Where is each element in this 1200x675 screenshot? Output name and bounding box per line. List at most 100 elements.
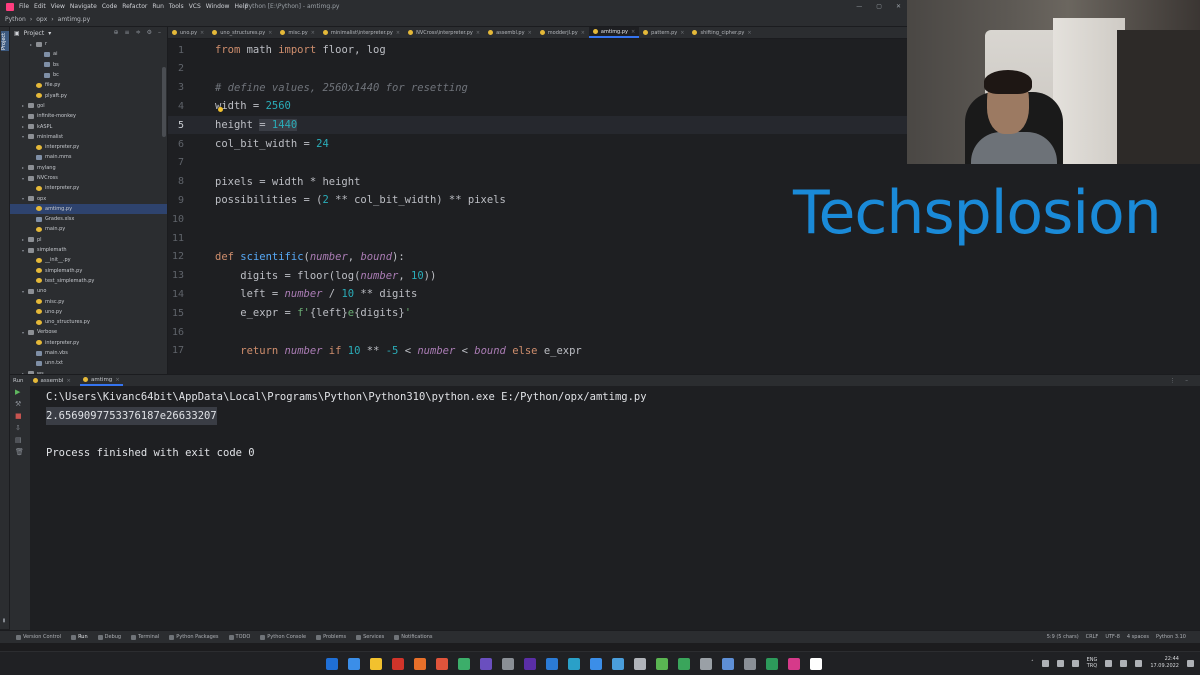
tree-item[interactable]: __init__.py	[10, 255, 167, 265]
add-icon[interactable]: ⊕	[114, 29, 119, 36]
menu-tools[interactable]: Tools	[169, 3, 184, 10]
close-icon[interactable]: ×	[396, 30, 400, 36]
taskbar-app-icon[interactable]	[788, 658, 800, 670]
tree-item[interactable]: ▾ Verbose	[10, 327, 167, 337]
taskbar-app-icon[interactable]	[414, 658, 426, 670]
menu-code[interactable]: Code	[102, 3, 117, 10]
taskbar-app-icon[interactable]	[436, 658, 448, 670]
status-item[interactable]: 4 spaces	[1127, 634, 1149, 640]
tree-item[interactable]: misc.py	[10, 296, 167, 306]
print-icon[interactable]: ▤	[15, 436, 22, 444]
close-icon[interactable]: ×	[747, 30, 751, 36]
menu-edit[interactable]: Edit	[34, 3, 46, 10]
tool-window-button[interactable]: Notifications	[394, 634, 433, 640]
close-icon[interactable]: ×	[528, 30, 532, 36]
tree-item[interactable]: ▾ opx	[10, 193, 167, 203]
taskbar-app-icon[interactable]	[590, 658, 602, 670]
tool-window-button[interactable]: Run	[71, 634, 88, 640]
menu-file[interactable]: File	[19, 3, 29, 10]
run-console-output[interactable]: C:\Users\Kivanc64bit\AppData\Local\Progr…	[30, 386, 1200, 630]
code-line[interactable]: e_expr = f' {left} e {digits} '	[215, 304, 411, 322]
code-line[interactable]: digits = floor(log(number, 10))	[215, 267, 436, 285]
close-icon[interactable]: ×	[115, 377, 120, 383]
tree-item[interactable]: ▾ simplemath	[10, 245, 167, 255]
tool-window-button[interactable]: Python Console	[260, 634, 306, 640]
code-line[interactable]: width = 2560	[215, 97, 291, 115]
close-icon[interactable]: ×	[311, 30, 315, 36]
editor-tab[interactable]: shifting_cipher.py ×	[688, 27, 755, 38]
menu-run[interactable]: Run	[152, 3, 164, 10]
taskbar-app-icon[interactable]	[744, 658, 756, 670]
rerun-icon[interactable]: ▶	[15, 388, 20, 396]
collapse-icon[interactable]: ≡	[125, 29, 130, 36]
tree-item[interactable]: amtimg.py	[10, 203, 167, 215]
taskbar-app-icon[interactable]	[502, 658, 514, 670]
maximize-button[interactable]: ▢	[876, 3, 882, 10]
status-item[interactable]: UTF-8	[1105, 634, 1120, 640]
code-line[interactable]: from math import floor, log	[215, 41, 386, 59]
menu-vcs[interactable]: VCS	[189, 3, 201, 10]
stop-icon[interactable]: ■	[15, 412, 22, 420]
tree-item[interactable]: interpreter.py	[10, 183, 167, 193]
console-line[interactable]: 2.6569097753376187e26633207	[46, 406, 217, 425]
delete-icon[interactable]: 🗑	[15, 448, 24, 456]
tree-item[interactable]: ▸ gol	[10, 101, 167, 111]
close-button[interactable]: ✕	[896, 3, 901, 10]
tray-app-icon[interactable]	[1041, 659, 1049, 667]
tree-item[interactable]: simplemath.py	[10, 266, 167, 276]
breadcrumb-item[interactable]: Python	[5, 16, 26, 23]
tree-item[interactable]: bs	[10, 60, 167, 70]
code-line[interactable]: def scientific(number, bound):	[215, 248, 405, 266]
gear-icon[interactable]: ⚙	[147, 29, 152, 36]
close-icon[interactable]: ×	[680, 30, 684, 36]
bookmarks-tool-button[interactable]: ▮	[1, 617, 7, 623]
editor-tab[interactable]: pattern.py ×	[639, 27, 688, 38]
tree-item[interactable]: ▸ kASPL	[10, 121, 167, 131]
notification-icon[interactable]	[1187, 659, 1194, 667]
minimize-panel-icon[interactable]: –	[158, 29, 161, 36]
taskbar-app-icon[interactable]	[700, 658, 712, 670]
editor-tab[interactable]: assembl.py ×	[484, 27, 536, 38]
code-line[interactable]: possibilities = (2 ** col_bit_width) ** …	[215, 191, 506, 209]
breadcrumb-item[interactable]: amtimg.py	[58, 16, 90, 23]
minimize-panel-icon[interactable]: –	[1185, 378, 1188, 384]
tree-item[interactable]: main.py	[10, 224, 167, 234]
chevron-up-icon[interactable]: ˄	[1031, 660, 1034, 666]
tree-item[interactable]: uno.py	[10, 307, 167, 317]
editor-tab[interactable]: amtimg.py ×	[588, 27, 640, 38]
menu-navigate[interactable]: Navigate	[70, 3, 97, 10]
taskbar-app-icon[interactable]	[370, 658, 382, 670]
taskbar-app-icon[interactable]	[612, 658, 624, 670]
console-line[interactable]: Process finished with exit code 0	[46, 444, 255, 462]
tree-item[interactable]: ▸ infinite-monkey	[10, 111, 167, 121]
volume-icon[interactable]	[1120, 659, 1128, 667]
battery-icon[interactable]	[1135, 659, 1143, 667]
console-line[interactable]: C:\Users\Kivanc64bit\AppData\Local\Progr…	[46, 388, 647, 406]
tree-item[interactable]: bc	[10, 70, 167, 80]
close-icon[interactable]: ×	[476, 30, 480, 36]
tool-window-button[interactable]: Python Packages	[169, 634, 219, 640]
taskbar-app-icon[interactable]	[678, 658, 690, 670]
tree-item[interactable]: interpreter.py	[10, 338, 167, 348]
tree-item[interactable]: ▾ minimalist	[10, 132, 167, 142]
taskbar-app-icon[interactable]	[480, 658, 492, 670]
bulb-icon[interactable]	[218, 107, 223, 112]
taskbar-app-icon[interactable]	[634, 658, 646, 670]
expand-icon[interactable]: ≑	[136, 29, 141, 36]
chevron-down-icon[interactable]: ▾	[48, 30, 51, 37]
tree-item[interactable]: main.mms	[10, 152, 167, 162]
tree-item[interactable]: ▸ mylang	[10, 163, 167, 173]
tree-item[interactable]: uno_structures.py	[10, 317, 167, 327]
status-item[interactable]: CRLF	[1086, 634, 1099, 640]
more-icon[interactable]: ⋮	[1170, 378, 1176, 384]
tree-item[interactable]: ▸ r	[10, 39, 167, 49]
status-item[interactable]: Python 3.10	[1156, 634, 1186, 640]
wifi-icon[interactable]	[1105, 659, 1113, 667]
tree-item[interactable]: file.py	[10, 80, 167, 90]
taskbar-app-icon[interactable]	[458, 658, 470, 670]
code-line[interactable]: # define values, 2560x1440 for resetting	[215, 79, 468, 97]
menu-window[interactable]: Window	[206, 3, 230, 10]
editor-tab[interactable]: misc.py ×	[276, 27, 319, 38]
close-icon[interactable]: ×	[581, 30, 585, 36]
tree-item[interactable]: ai	[10, 49, 167, 59]
